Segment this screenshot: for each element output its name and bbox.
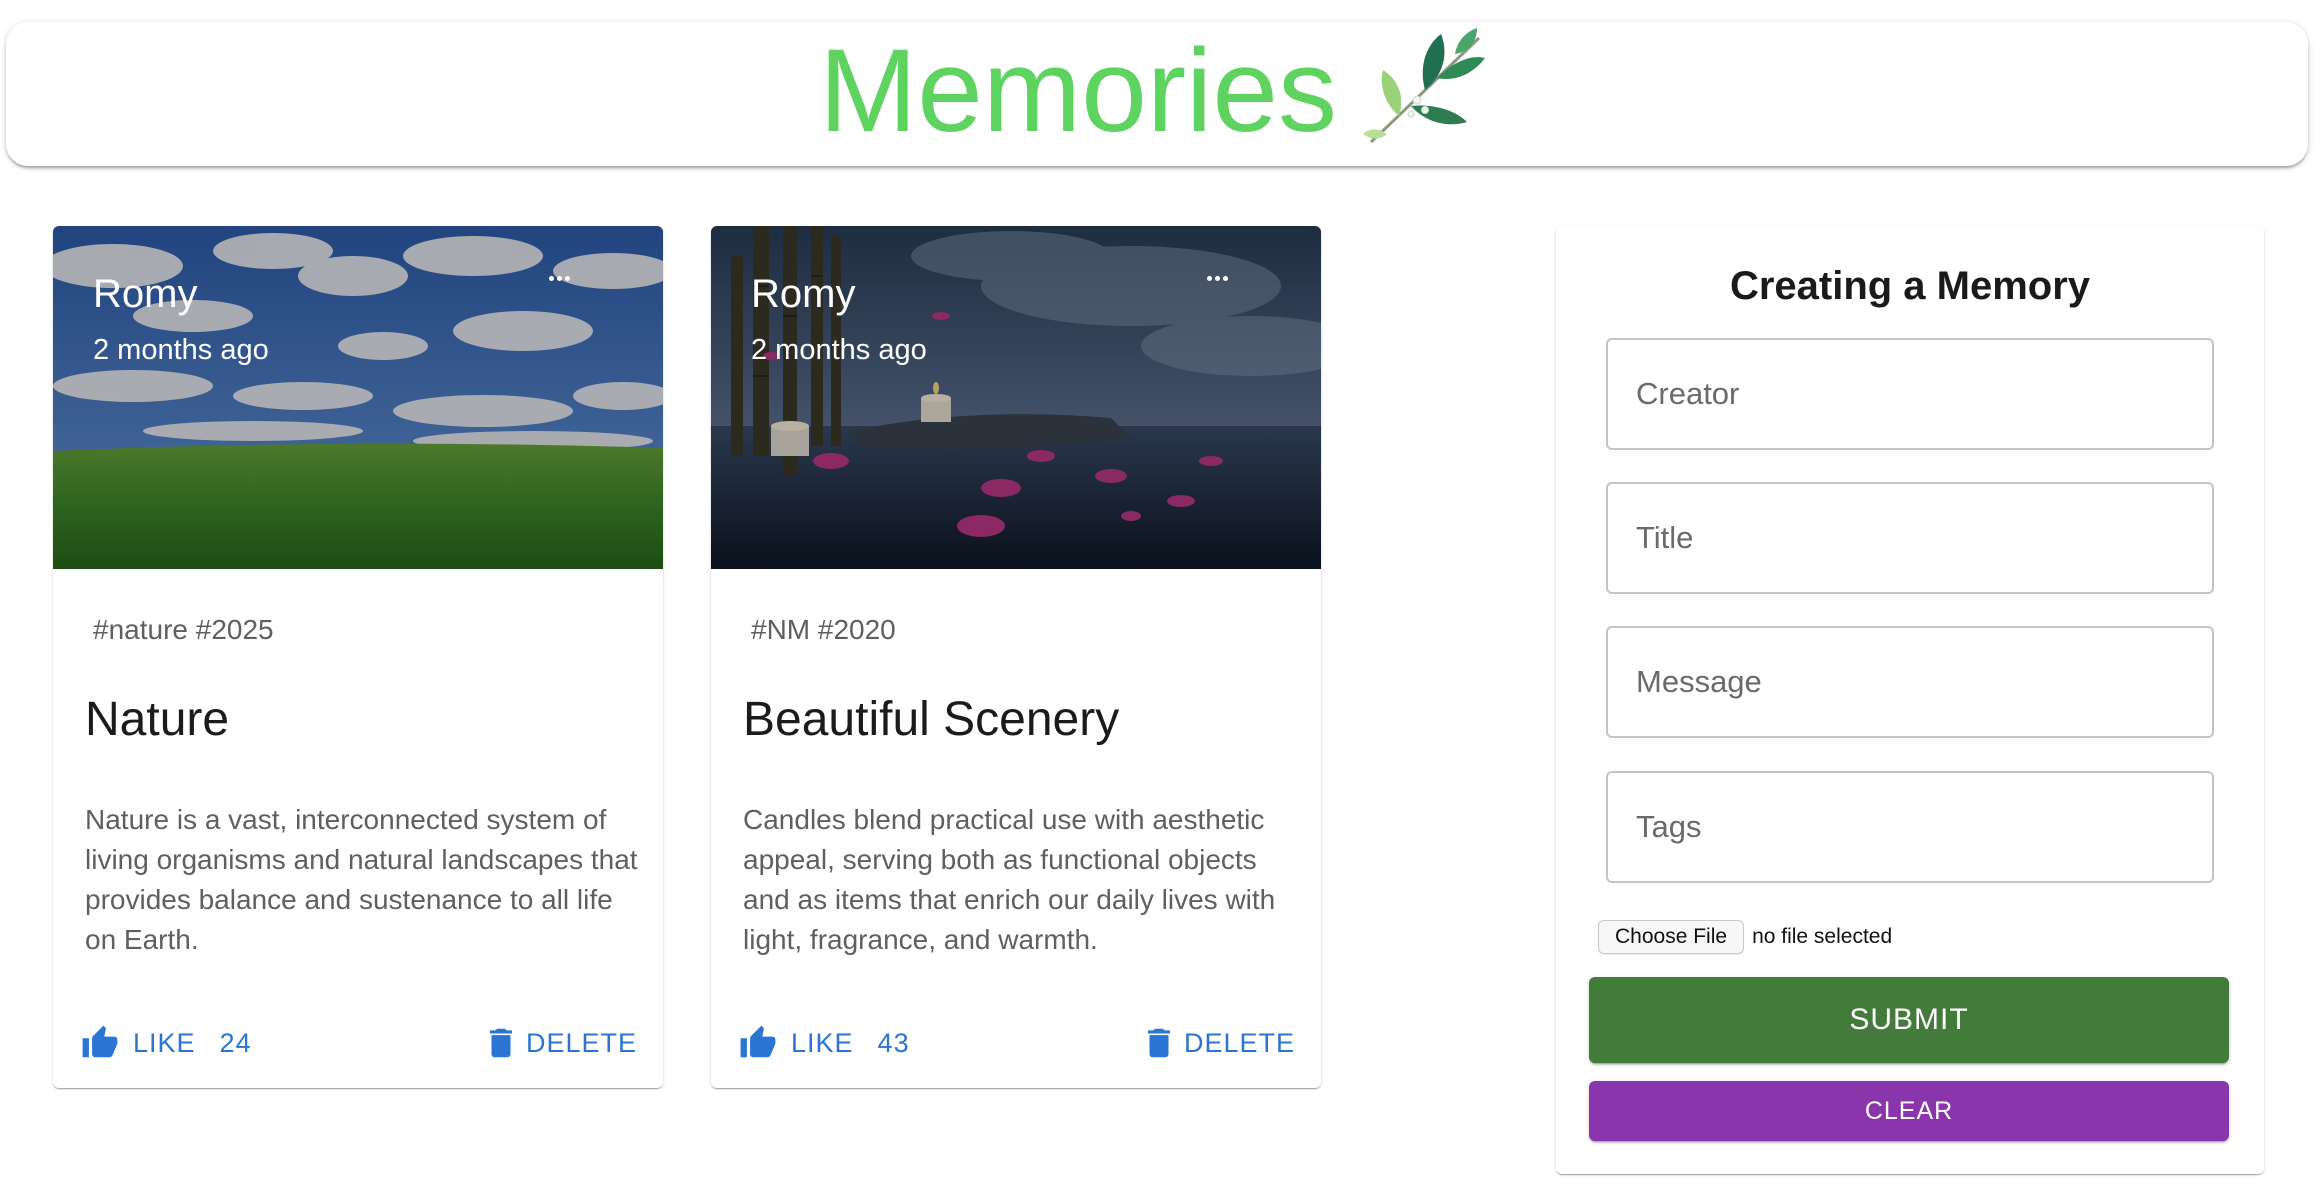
title-input[interactable]	[1608, 484, 2212, 592]
creator-field	[1606, 338, 2214, 450]
file-status: no file selected	[1752, 925, 1893, 948]
create-memory-form: Creating a Memory Choose File no file se…	[1556, 226, 2264, 1174]
file-input: Choose File no file selected	[1598, 920, 1892, 954]
delete-button[interactable]: DELETE	[1140, 1024, 1295, 1062]
message-input[interactable]	[1608, 628, 2212, 736]
post-message: Candles blend practical use with aesthet…	[743, 804, 1276, 955]
like-label: LIKE	[133, 1027, 196, 1058]
app-title: Memories	[819, 25, 1337, 157]
like-count: 43	[877, 1027, 910, 1058]
post-title: Beautiful Scenery	[743, 693, 1120, 746]
trash-icon	[489, 1028, 513, 1058]
thumb-up-icon	[740, 1025, 776, 1058]
tags-input[interactable]	[1608, 773, 2212, 881]
creator-input[interactable]	[1608, 340, 2212, 448]
post-timestamp: 2 months ago	[93, 334, 269, 366]
more-horizontal-icon[interactable]	[543, 264, 583, 294]
more-horizontal-icon[interactable]	[1201, 264, 1241, 294]
message-field	[1606, 626, 2214, 738]
submit-button[interactable]: SUBMIT	[1589, 977, 2229, 1063]
post-tags: #NM #2020	[751, 614, 896, 645]
like-count: 24	[219, 1027, 252, 1058]
like-button[interactable]: LIKE 24	[81, 1024, 252, 1062]
post-creator: Romy	[751, 272, 856, 316]
trash-icon	[1147, 1028, 1171, 1058]
title-field	[1606, 482, 2214, 594]
delete-label: DELETE	[525, 1027, 637, 1058]
post-timestamp: 2 months ago	[751, 334, 927, 366]
post-card: Romy 2 months ago #NM #2020 Beautiful Sc…	[711, 226, 1321, 1088]
post-card: Romy 2 months ago #nature #2025 Nature N…	[53, 226, 663, 1088]
app-bar: Memories	[6, 22, 2308, 166]
like-button[interactable]: LIKE 43	[739, 1024, 910, 1062]
tags-field	[1606, 771, 2214, 883]
post-creator: Romy	[93, 272, 198, 316]
choose-file-button[interactable]: Choose File	[1598, 920, 1745, 954]
clear-button[interactable]: CLEAR	[1589, 1081, 2229, 1141]
leaf-branch-icon	[1362, 28, 1485, 144]
form-heading: Creating a Memory	[1729, 264, 2091, 308]
delete-label: DELETE	[1183, 1027, 1295, 1058]
post-tags: #nature #2025	[93, 614, 274, 645]
delete-button[interactable]: DELETE	[482, 1024, 637, 1062]
post-message: Nature is a vast, interconnected system …	[85, 804, 638, 955]
like-label: LIKE	[791, 1027, 854, 1058]
post-title: Nature	[85, 693, 230, 746]
thumb-up-icon	[82, 1025, 118, 1058]
